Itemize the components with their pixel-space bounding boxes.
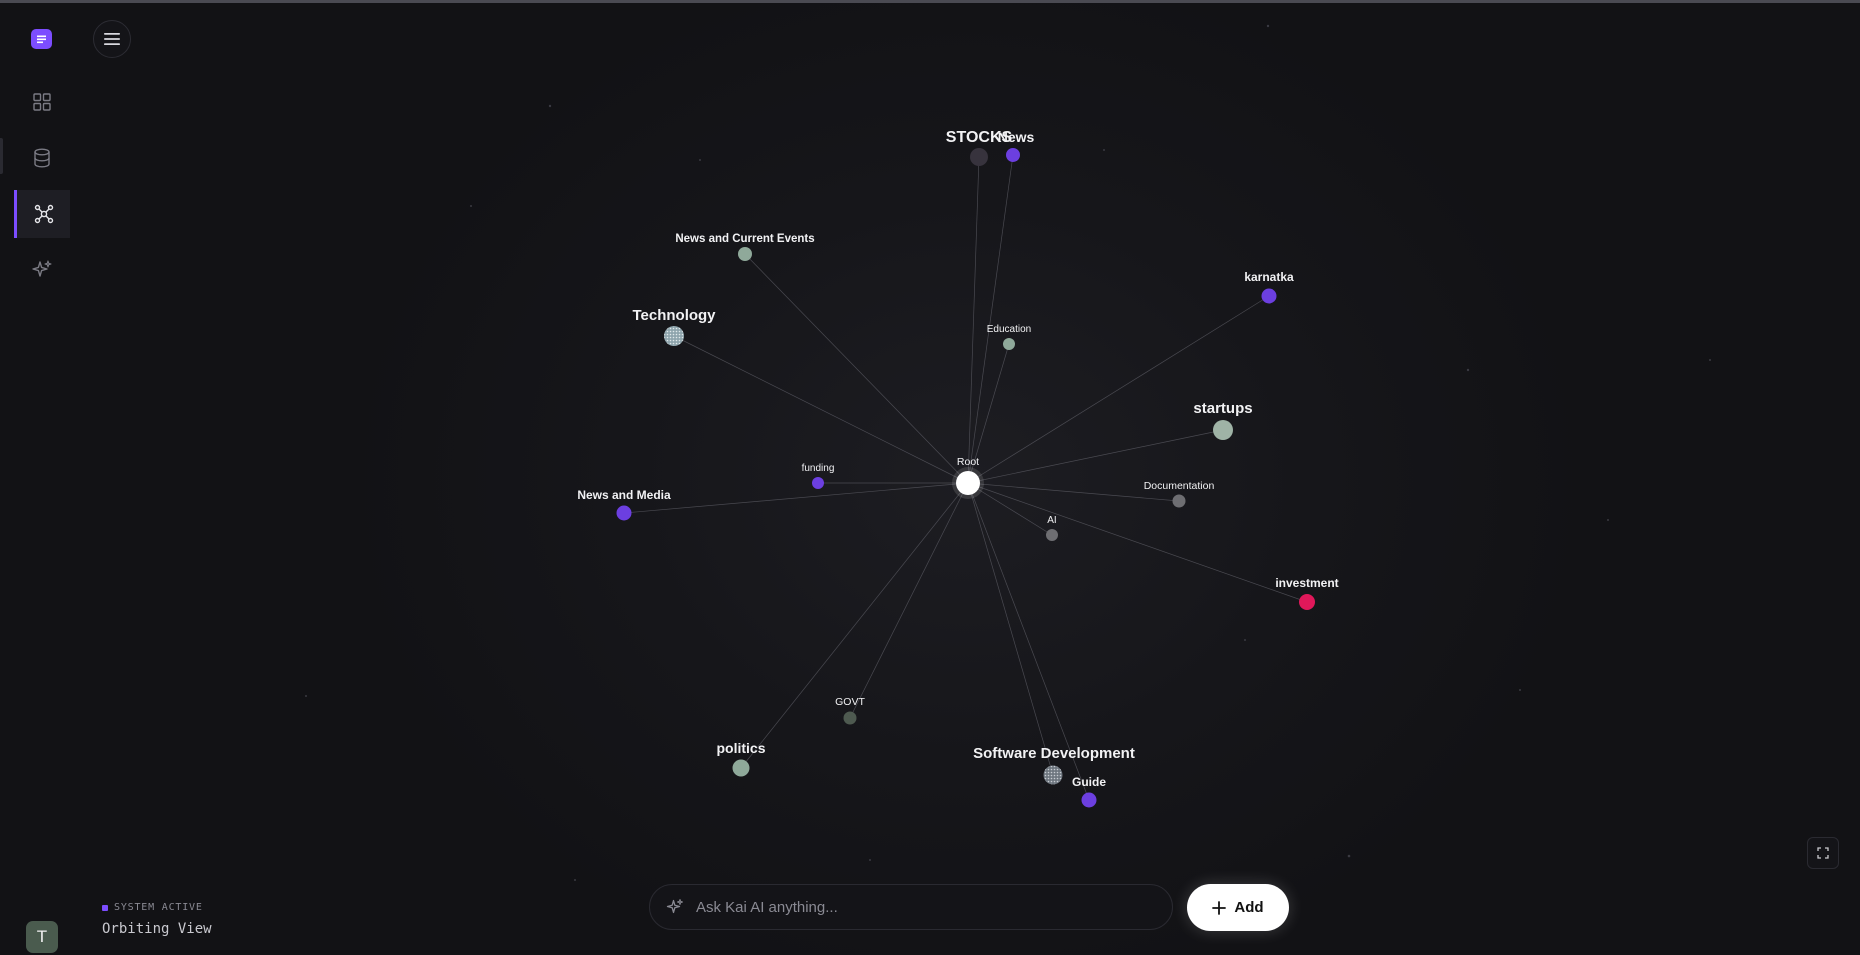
system-status: SYSTEM ACTIVE Orbiting View	[102, 902, 212, 937]
node-label: GOVT	[835, 696, 865, 708]
node-label: News and Current Events	[675, 233, 814, 245]
node-label: Root	[957, 456, 979, 468]
graph-node-funding[interactable]: funding	[802, 463, 835, 489]
node-label: startups	[1193, 400, 1252, 417]
node-label: Software Development	[973, 745, 1135, 762]
graph-node-education[interactable]: Education	[987, 324, 1031, 350]
knowledge-graph[interactable]: STOCKS News News and Current Events Tech…	[0, 0, 1860, 955]
graph-node-karnatka[interactable]: karnatka	[1244, 270, 1294, 304]
fullscreen-button[interactable]	[1807, 837, 1839, 869]
view-name: Orbiting View	[102, 921, 212, 937]
add-button-label: Add	[1234, 899, 1264, 916]
node-label: karnatka	[1244, 270, 1294, 284]
graph-node-politics[interactable]: politics	[716, 740, 766, 777]
node-label: Education	[987, 324, 1031, 335]
node-label: AI	[1047, 515, 1056, 526]
graph-node-documentation[interactable]: Documentation	[1144, 480, 1215, 508]
graph-node-investment[interactable]: investment	[1275, 576, 1339, 610]
ask-ai-bar	[649, 884, 1173, 930]
node-label: politics	[716, 740, 765, 756]
graph-node-software-development[interactable]: Software Development	[973, 745, 1135, 785]
graph-node-technology[interactable]: Technology	[632, 307, 716, 346]
plus-icon	[1212, 900, 1227, 915]
add-button[interactable]: Add	[1187, 884, 1289, 931]
graph-node-govt[interactable]: GOVT	[835, 696, 865, 725]
graph-node-news-and-current-events[interactable]: News and Current Events	[675, 233, 815, 261]
ask-ai-input[interactable]	[694, 897, 1138, 917]
node-label: funding	[802, 463, 835, 474]
graph-node-news-and-media[interactable]: News and Media	[577, 488, 671, 521]
graph-node-ai[interactable]: AI	[1046, 515, 1058, 541]
node-label: Technology	[632, 307, 716, 324]
sparkle-icon	[666, 899, 683, 914]
app-window: T STOCKS News News and Current Events Te…	[0, 0, 1860, 955]
fullscreen-icon	[1817, 847, 1829, 859]
graph-node-root[interactable]: Root	[952, 456, 984, 499]
status-dot	[102, 904, 108, 911]
node-label: Guide	[1072, 775, 1106, 789]
node-label: News and Media	[577, 488, 671, 502]
status-label: SYSTEM ACTIVE	[114, 902, 203, 913]
node-label: Documentation	[1144, 480, 1215, 492]
graph-node-guide[interactable]: Guide	[1072, 775, 1106, 808]
node-label: investment	[1275, 576, 1338, 590]
node-label: News	[998, 129, 1035, 145]
